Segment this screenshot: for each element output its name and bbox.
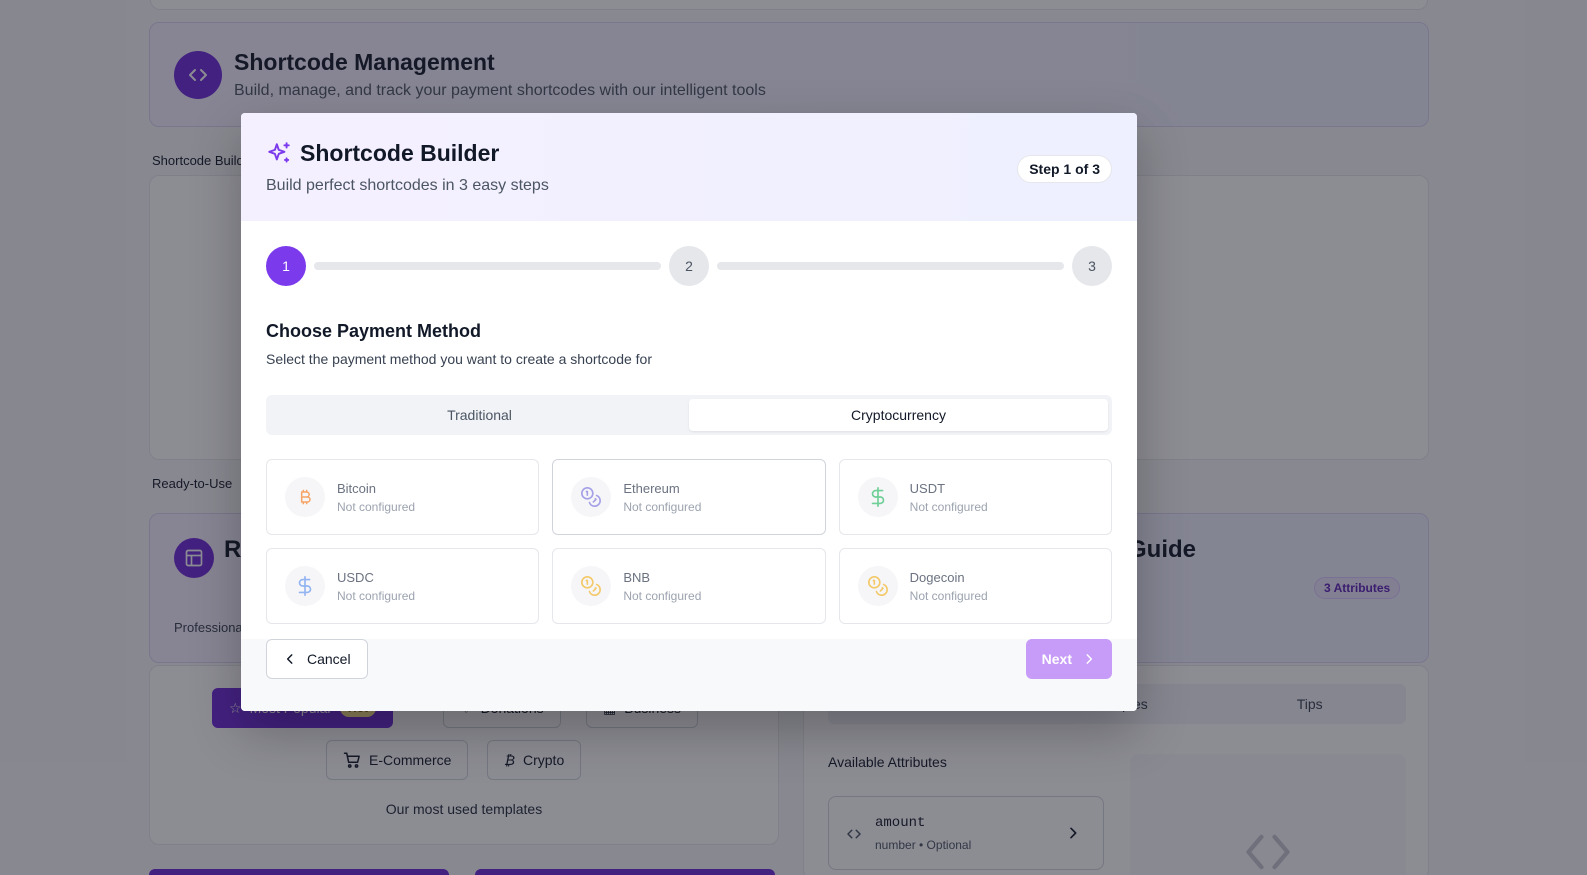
- step-1: 1: [266, 246, 306, 286]
- method-name: BNB: [623, 569, 651, 585]
- cancel-button[interactable]: Cancel: [266, 639, 368, 679]
- tab-cryptocurrency[interactable]: Cryptocurrency: [689, 399, 1108, 431]
- payment-type-tabs: Traditional Cryptocurrency: [266, 395, 1112, 435]
- modal-footer: Cancel Next: [241, 639, 1137, 711]
- modal-subtitle: Build perfect shortcodes in 3 easy steps: [266, 177, 549, 194]
- method-name: Dogecoin: [909, 569, 965, 585]
- dollar-icon: [285, 566, 325, 606]
- sparkles-icon: [268, 141, 290, 163]
- tab-traditional[interactable]: Traditional: [270, 399, 689, 431]
- dollar-icon: [857, 477, 898, 517]
- bitcoin-icon: [285, 477, 325, 517]
- chevron-right-icon: [1086, 654, 1093, 664]
- method-ethereum[interactable]: Ethereum Not configured: [552, 459, 826, 535]
- method-bnb[interactable]: BNB Not configured: [552, 548, 826, 624]
- section-description: Select the payment method you want to cr…: [266, 351, 652, 367]
- method-status: Not configured: [337, 588, 416, 603]
- step-track: [314, 262, 661, 270]
- method-status: Not configured: [337, 499, 416, 514]
- method-status: Not configured: [909, 588, 988, 603]
- coins-icon: [571, 477, 612, 517]
- stepper: 1 2 3: [266, 246, 1112, 286]
- step-track: [717, 262, 1064, 270]
- method-name: Ethereum: [623, 480, 680, 496]
- step-2: 2: [669, 246, 709, 286]
- next-button[interactable]: Next: [1025, 639, 1112, 679]
- coins-icon: [857, 566, 898, 606]
- step-3: 3: [1072, 246, 1112, 286]
- chevron-left-icon: [286, 654, 293, 664]
- coins-icon: [571, 566, 612, 606]
- method-status: Not configured: [909, 499, 988, 514]
- method-usdc[interactable]: USDC Not configured: [266, 548, 540, 624]
- method-bitcoin[interactable]: Bitcoin Not configured: [266, 459, 540, 535]
- method-name: USDC: [337, 569, 374, 585]
- payment-method-grid: Bitcoin Not configured Ethereum Not conf…: [266, 459, 1112, 624]
- method-dogecoin[interactable]: Dogecoin Not configured: [838, 548, 1112, 624]
- shortcode-builder-modal: Shortcode Builder Build perfect shortcod…: [241, 113, 1137, 711]
- step-badge: Step 1 of 3: [1017, 155, 1112, 183]
- method-name: Bitcoin: [337, 480, 377, 496]
- method-status: Not configured: [623, 588, 702, 603]
- method-usdt[interactable]: USDT Not configured: [838, 459, 1112, 535]
- section-title: Choose Payment Method: [266, 321, 482, 341]
- modal-title: Shortcode Builder: [300, 140, 500, 166]
- method-name: USDT: [909, 480, 946, 496]
- method-status: Not configured: [623, 499, 702, 514]
- modal-header: Shortcode Builder Build perfect shortcod…: [241, 113, 1137, 221]
